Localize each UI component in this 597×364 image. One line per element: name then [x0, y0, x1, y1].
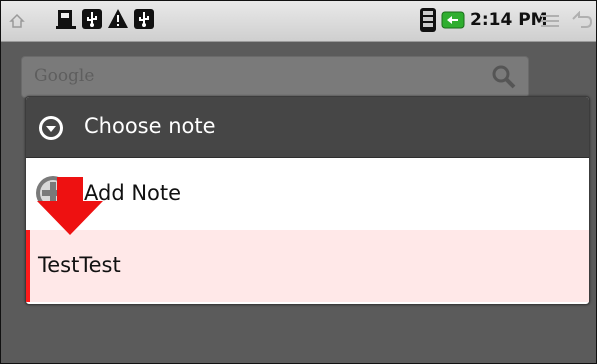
usb-icon	[133, 8, 155, 30]
home-icon[interactable]	[9, 13, 25, 29]
list-item-add-note[interactable]: Add Note	[26, 158, 589, 231]
list-item-testtest[interactable]: TestTest	[26, 230, 589, 302]
dropdown-circle-icon	[38, 115, 64, 141]
search-placeholder: Google	[34, 66, 95, 86]
status-bar: 2:14 PM	[1, 1, 596, 42]
usb-icon	[81, 8, 103, 30]
signal-icon	[419, 7, 437, 33]
warning-icon	[107, 8, 129, 30]
google-search-widget[interactable]: Google	[21, 56, 529, 98]
dialog-header: Choose note	[26, 97, 589, 158]
dialog-title: Choose note	[84, 114, 216, 138]
sd-card-icon	[55, 8, 77, 30]
search-icon[interactable]	[490, 63, 518, 91]
selection-indicator	[26, 230, 30, 302]
list-item-label: TestTest	[38, 253, 121, 277]
battery-icon	[441, 11, 465, 29]
choose-note-dialog: Choose note Add Note TestTest	[25, 96, 590, 305]
back-icon[interactable]	[569, 11, 593, 29]
clock: 2:14 PM	[470, 10, 548, 30]
screen: 2:14 PM Google Choose note Add Note Test…	[0, 0, 597, 364]
menu-icon[interactable]	[539, 13, 561, 29]
annotation-arrow-icon	[37, 177, 103, 235]
